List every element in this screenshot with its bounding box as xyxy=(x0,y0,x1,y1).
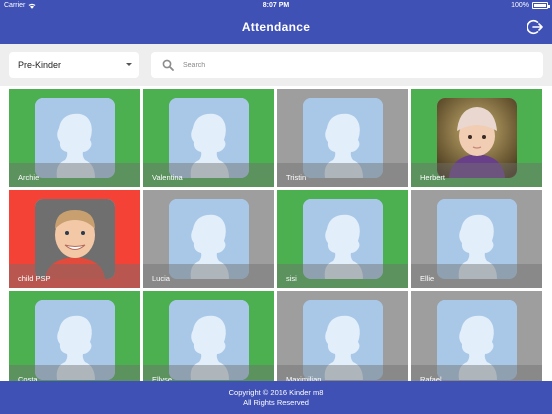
status-bar: Carrier 8:07 PM 100% xyxy=(0,0,552,12)
student-tile-valentina[interactable]: Valentina xyxy=(143,89,274,187)
student-tile-child-psp[interactable]: child PSP xyxy=(9,190,140,288)
student-label-bar: Maximilian xyxy=(277,365,408,381)
logout-icon[interactable] xyxy=(527,19,543,35)
student-label-bar: Herbert xyxy=(411,163,542,187)
battery-percent: 100% xyxy=(511,2,529,9)
student-label-bar: Ellyse xyxy=(143,365,274,381)
student-name: Ellie xyxy=(420,274,435,283)
student-label-bar: Costa xyxy=(9,365,140,381)
student-name: sisi xyxy=(286,274,297,283)
student-tile-sisi[interactable]: sisi xyxy=(277,190,408,288)
student-tile-ellyse[interactable]: Ellyse xyxy=(143,291,274,381)
filter-bar: Pre-Kinder xyxy=(0,44,552,86)
status-right: 100% xyxy=(511,2,550,9)
student-label-bar: Rafael xyxy=(411,365,542,381)
student-label-bar: Archie xyxy=(9,163,140,187)
student-tile-ellie[interactable]: Ellie xyxy=(411,190,542,288)
footer: Copyright © 2016 Kinder m8 All Rights Re… xyxy=(0,381,552,414)
search-icon xyxy=(162,59,174,71)
student-tile-rafael[interactable]: Rafael xyxy=(411,291,542,381)
student-name: child PSP xyxy=(18,274,51,283)
student-tile-maximilian[interactable]: Maximilian xyxy=(277,291,408,381)
class-select[interactable]: Pre-Kinder xyxy=(9,52,139,78)
student-tile-herbert[interactable]: Herbert xyxy=(411,89,542,187)
search-box[interactable] xyxy=(151,52,543,78)
copyright-text: Copyright © 2016 Kinder m8 xyxy=(228,388,324,397)
page-title: Attendance xyxy=(241,20,311,34)
student-label-bar: Valentina xyxy=(143,163,274,187)
student-tile-lucia[interactable]: Lucia xyxy=(143,190,274,288)
class-select-value: Pre-Kinder xyxy=(18,60,62,70)
student-label-bar: sisi xyxy=(277,264,408,288)
student-label-bar: Ellie xyxy=(411,264,542,288)
battery-icon xyxy=(532,2,550,9)
student-tile-tristin[interactable]: Tristin xyxy=(277,89,408,187)
rights-text: All Rights Reserved xyxy=(243,398,309,407)
student-grid: Archie Valentina Tristin Herbert child P… xyxy=(9,89,543,381)
chevron-down-icon xyxy=(126,63,132,66)
search-input[interactable] xyxy=(183,56,533,74)
status-time: 8:07 PM xyxy=(262,2,290,9)
student-tile-archie[interactable]: Archie xyxy=(9,89,140,187)
student-name: Herbert xyxy=(420,173,446,182)
student-tile-costa[interactable]: Costa xyxy=(9,291,140,381)
student-name: Archie xyxy=(18,173,40,182)
student-label-bar: child PSP xyxy=(9,264,140,288)
student-name: Valentina xyxy=(152,173,183,182)
app-header: Attendance xyxy=(0,12,552,44)
student-name: Tristin xyxy=(286,173,307,182)
student-label-bar: Tristin xyxy=(277,163,408,187)
student-name: Lucia xyxy=(152,274,170,283)
student-label-bar: Lucia xyxy=(143,264,274,288)
